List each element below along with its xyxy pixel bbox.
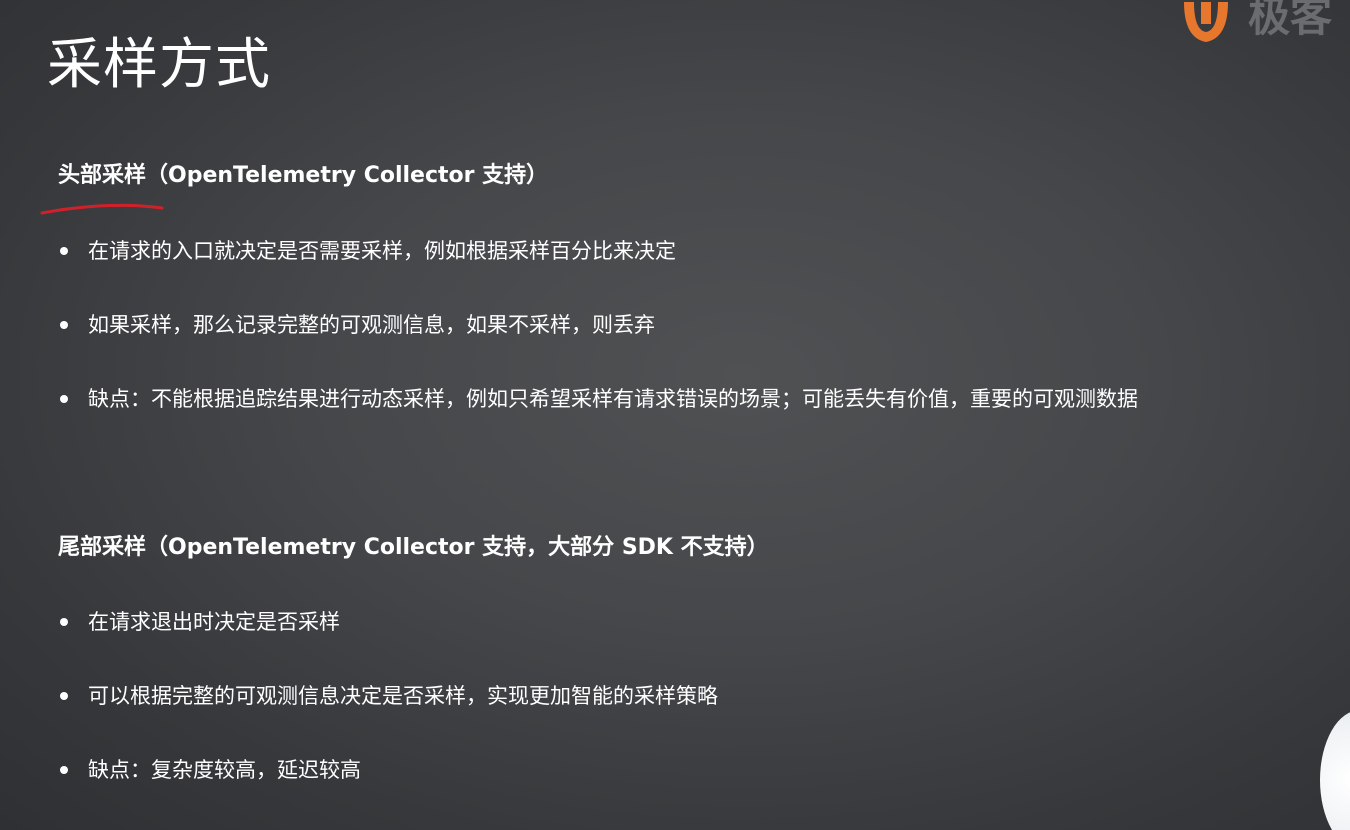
bullet-icon — [60, 692, 68, 700]
bullet-text: 可以根据完整的可观测信息决定是否采样，实现更加智能的采样策略 — [88, 684, 718, 708]
logo-icon — [1184, 2, 1228, 42]
logo-text: 极客 — [1248, 0, 1333, 41]
pen-underline-annotation — [40, 203, 164, 215]
bullet-text: 在请求退出时决定是否采样 — [88, 610, 340, 634]
bullet-text: 如果采样，那么记录完整的可观测信息，如果不采样，则丢弃 — [88, 313, 655, 337]
tail-bullet-1: 在请求退出时决定是否采样 — [60, 607, 340, 637]
bullet-icon — [60, 247, 68, 255]
bullet-text: 缺点：复杂度较高，延迟较高 — [88, 758, 361, 782]
bullet-icon — [60, 321, 68, 329]
bullet-text: 在请求的入口就决定是否需要采样，例如根据采样百分比来决定 — [88, 239, 676, 263]
head-sampling-heading: 头部采样（OpenTelemetry Collector 支持） — [58, 163, 549, 188]
bullet-icon — [60, 618, 68, 626]
head-bullet-2: 如果采样，那么记录完整的可观测信息，如果不采样，则丢弃 — [60, 310, 655, 340]
tail-bullet-2: 可以根据完整的可观测信息决定是否采样，实现更加智能的采样策略 — [60, 681, 718, 711]
tail-bullet-3: 缺点：复杂度较高，延迟较高 — [60, 755, 361, 785]
slide-title: 采样方式 — [47, 32, 272, 96]
brand-logo: 极客 — [1178, 0, 1350, 46]
head-bullet-3: 缺点：不能根据追踪结果进行动态采样，例如只希望采样有请求错误的场景；可能丢失有价… — [60, 384, 1138, 414]
head-bullet-1: 在请求的入口就决定是否需要采样，例如根据采样百分比来决定 — [60, 236, 676, 266]
slide: 极客 采样方式 头部采样（OpenTelemetry Collector 支持）… — [0, 0, 1350, 830]
bullet-text: 缺点：不能根据追踪结果进行动态采样，例如只希望采样有请求错误的场景；可能丢失有价… — [88, 387, 1138, 411]
bullet-icon — [60, 395, 68, 403]
presenter-avatar — [1320, 710, 1350, 830]
bullet-icon — [60, 766, 68, 774]
tail-sampling-heading: 尾部采样（OpenTelemetry Collector 支持，大部分 SDK … — [58, 535, 769, 560]
